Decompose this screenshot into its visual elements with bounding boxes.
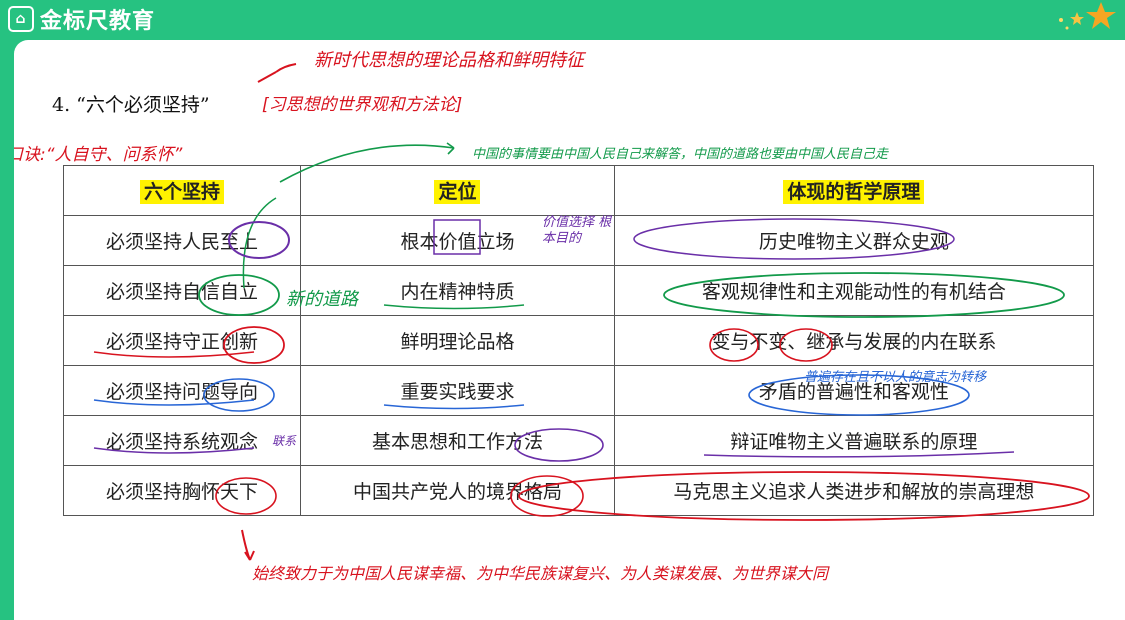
- table-row: 必须坚持守正创新 鲜明理论品格 变与不变、继承与发展的内在联系: [62, 315, 1095, 366]
- table-cell: 必须坚持人民至上: [62, 215, 302, 266]
- table-cell: 鲜明理论品格: [300, 315, 615, 366]
- table-cell: 必须坚持胸怀天下: [62, 465, 302, 516]
- table-cell: 中国共产党人的境界格局: [300, 465, 615, 516]
- header-cell: 体现的哲学原理: [613, 165, 1095, 216]
- annotation-purple-small: 联系: [272, 434, 297, 448]
- logo-icon: ⌂: [8, 6, 34, 32]
- table-cell: 基本思想和工作方法: [300, 415, 615, 466]
- annotation-purple-side: 价值选择 根本目的: [542, 215, 612, 246]
- section-heading: 4. “六个必须坚持”: [52, 94, 210, 116]
- table-cell: 必须坚持系统观念: [62, 415, 302, 466]
- table-cell: 辩证唯物主义普遍联系的原理: [613, 415, 1095, 466]
- table-cell: 必须坚持自信自立: [62, 265, 302, 316]
- stars-decoration-icon: [1059, 2, 1116, 30]
- header-cell: 定位: [300, 165, 615, 216]
- table-cell: 客观规律性和主观能动性的有机结合: [613, 265, 1095, 316]
- table-cell: 必须坚持守正创新: [62, 315, 302, 366]
- table-cell: 历史唯物主义群众史观: [613, 215, 1095, 266]
- table-cell: 重要实践要求: [300, 365, 615, 416]
- slide-canvas: 4. “六个必须坚持” 六个坚持 定位 体现的哲学原理 必须坚持人民至上 根本价…: [14, 40, 1125, 620]
- annotation-bottom-red: 始终致力于为中国人民谋幸福、为中华民族谋复兴、为人类谋发展、为世界谋大同: [252, 564, 829, 583]
- annotation-green-top: 中国的事情要由中国人民自己来解答，中国的道路也要由中国人民自己走: [472, 147, 889, 162]
- brand-name: 金标尺教育: [40, 9, 156, 34]
- table-cell: 变与不变、继承与发展的内在联系: [613, 315, 1095, 366]
- annotation-heading-red: [习思想的世界观和方法论]: [262, 95, 463, 115]
- table-cell: 必须坚持问题导向: [62, 365, 302, 416]
- table-row: 必须坚持系统观念 基本思想和工作方法 辩证唯物主义普遍联系的原理: [62, 415, 1095, 466]
- table-row: 必须坚持胸怀天下 中国共产党人的境界格局 马克思主义追求人类进步和解放的崇高理想: [62, 465, 1095, 516]
- table-header-row: 六个坚持 定位 体现的哲学原理: [62, 165, 1095, 216]
- top-bar: ⌂ 金标尺教育: [0, 0, 1125, 40]
- table-cell: 马克思主义追求人类进步和解放的崇高理想: [613, 465, 1095, 516]
- brand-logo: ⌂ 金标尺教育: [8, 4, 155, 34]
- annotation-top-red: 新时代思想的理论品格和鲜明特征: [314, 50, 584, 71]
- header-cell: 六个坚持: [62, 165, 302, 216]
- annotation-green-side: 新的道路: [286, 289, 358, 310]
- table-row: 必须坚持自信自立 内在精神特质 客观规律性和主观能动性的有机结合: [62, 265, 1095, 316]
- annotation-blue-side: 普遍存在且不以人的意志为转移: [804, 370, 987, 385]
- annotation-mnemonic: 口诀:“人自守、问系怀”: [14, 145, 183, 165]
